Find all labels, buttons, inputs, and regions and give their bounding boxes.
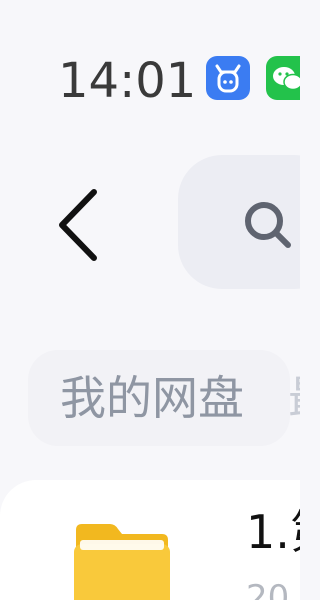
file-name: 1.第 (246, 505, 300, 559)
tab-label: 我的网盘 (60, 371, 244, 425)
tab-bar: 我的网盘 最 (0, 350, 300, 460)
cow-app-icon (206, 56, 250, 100)
wechat-icon (266, 56, 300, 100)
back-button[interactable] (40, 180, 120, 270)
status-time: 14:01 (58, 53, 197, 109)
folder-icon (74, 524, 170, 600)
tab-recent[interactable]: 最 (288, 366, 300, 430)
tab-my-netdisk[interactable]: 我的网盘 (28, 350, 290, 446)
status-bar: 14:01 (0, 0, 300, 120)
top-bar (0, 150, 300, 300)
file-meta: 20 (246, 578, 290, 600)
search-bar[interactable] (178, 155, 300, 289)
chevron-left-icon (59, 189, 97, 261)
screen: 14:01 我的网盘 1. 20 (0, 0, 300, 600)
search-icon (245, 202, 291, 248)
file-list-item[interactable]: 1.第 20 (0, 480, 300, 600)
